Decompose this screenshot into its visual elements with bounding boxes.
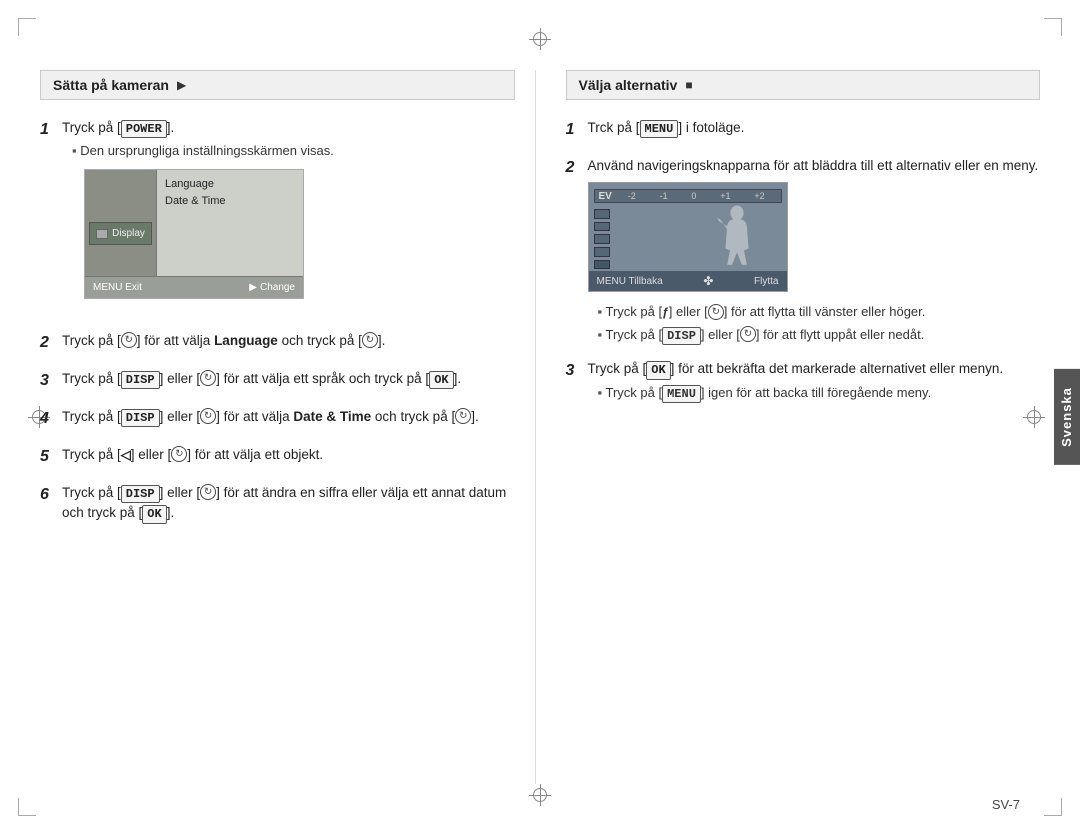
disp-key-6: DISP [121,485,160,503]
left-arrow-5: ◁ [121,447,131,462]
dial-r2b [740,326,756,342]
ev-minus2: -2 [628,190,636,204]
ev-zero: 0 [691,190,696,204]
screen-bottom-right: Flytta [754,274,778,289]
step-sub-1: Den ursprungliga inställningsskärmen vis… [72,141,515,161]
screen-bottom-left: MENU Tillbaka [597,274,663,289]
camera-icons [594,209,612,269]
dial-icon-6 [200,484,216,500]
right-step-3: 3 Tryck på [OK] för att bekräfta det mar… [566,359,1041,403]
right-step-sub-2a: Tryck på [ƒ] eller [] för att flytta til… [598,302,1041,322]
page-number: SV-7 [992,797,1020,812]
right-column: Välja alternativ 1 Trck på [MENU] i foto… [536,70,1041,784]
lcd-display-label: Display [112,226,145,241]
cam-icon-4 [594,247,610,257]
dial-r2a [708,304,724,320]
step-6: 6 Tryck på [DISP] eller [] för att ändra… [40,483,515,524]
lcd-display-button: Display [89,222,152,245]
step-num-3: 3 [40,369,62,393]
lcd-menu-datetime: Date & Time [165,193,295,211]
ev-scale: -2 -1 0 +1 +2 [616,190,777,204]
right-step-2: 2 Använd navigeringsknapparna för att bl… [566,156,1041,345]
step-content-2: Tryck på [] för att välja Language och t… [62,331,515,355]
lcd-right-panel: Language Date & Time [157,170,303,276]
disp-key-3: DISP [121,371,160,389]
left-section-title: Sätta på kameran [53,77,169,93]
dial-icon-4 [200,408,216,424]
crosshair-bottom [529,784,551,806]
right-section-title: Välja alternativ [579,77,678,93]
dial-icon-2a [121,332,137,348]
ev-plus1: +1 [720,190,730,204]
right-step-content-1: Trck på [MENU] i fotoläge. [588,118,1041,142]
main-layout: Sätta på kameran 1 Tryck på [POWER]. Den… [40,70,1040,784]
step-content-3: Tryck på [DISP] eller [] för att välja e… [62,369,515,393]
right-section-header: Välja alternativ [566,70,1041,100]
step-content-6: Tryck på [DISP] eller [] för att ändra e… [62,483,515,524]
step-2: 2 Tryck på [] för att välja Language och… [40,331,515,355]
screen-nav-icon: ✤ [703,272,713,290]
step-1: 1 Tryck på [POWER]. Den ursprungliga ins… [40,118,515,317]
step-content-5: Tryck på [◁] eller [] för att välja ett … [62,445,515,469]
corner-tr [1044,18,1062,36]
step-num-2: 2 [40,331,62,355]
cam-icon-2 [594,222,610,232]
step-num-4: 4 [40,407,62,431]
step-content-4: Tryck på [DISP] eller [] för att välja D… [62,407,515,431]
disp-key-r2: DISP [662,327,701,345]
cam-icon-5 [594,260,610,270]
step-content-1: Tryck på [POWER]. Den ursprungliga instä… [62,118,515,317]
dial-icon-3 [200,370,216,386]
crosshair-top [529,28,551,50]
ev-bar: EV -2 -1 0 +1 +2 [594,189,782,203]
lcd-bottom-bar: MENU Exit ▶ Change [85,276,303,298]
ev-plus2: +2 [754,190,764,204]
right-step-num-3: 3 [566,359,588,403]
language-tab: Svenska [1054,369,1080,465]
lcd-bottom-left: MENU Exit [93,280,142,295]
dial-icon-5 [171,446,187,462]
lcd-menu-language: Language [165,176,295,194]
left-section-header: Sätta på kameran [40,70,515,100]
cam-icon-3 [594,234,610,244]
corner-tl [18,18,36,36]
step-num-6: 6 [40,483,62,524]
camera-screen: EV -2 -1 0 +1 +2 [588,182,788,292]
step-num-5: 5 [40,445,62,469]
step-num-1: 1 [40,118,62,317]
right-step-1: 1 Trck på [MENU] i fotoläge. [566,118,1041,142]
corner-br [1044,798,1062,816]
cam-icon-1 [594,209,610,219]
left-column: Sätta på kameran 1 Tryck på [POWER]. Den… [40,70,536,784]
screen-bottom-bar: MENU Tillbaka ✤ Flytta [589,271,787,291]
menu-key-1: MENU [640,120,679,138]
power-key: POWER [121,120,167,138]
step-4: 4 Tryck på [DISP] eller [] för att välja… [40,407,515,431]
lcd-arrow-icon: ▶ [249,280,257,295]
ev-minus1: -1 [660,190,668,204]
lcd-display-icon [96,229,108,239]
menu-key-r3: MENU [662,385,701,403]
dial-icon-2b [362,332,378,348]
dial-icon-4b [455,408,471,424]
right-step-content-2: Använd navigeringsknapparna för att bläd… [588,156,1041,345]
ok-key-r3: OK [646,361,670,379]
right-step-num-1: 1 [566,118,588,142]
ev-label: EV [599,189,612,204]
fn-key: ƒ [662,305,669,319]
disp-key-4: DISP [121,409,160,427]
step-5: 5 Tryck på [◁] eller [] för att välja et… [40,445,515,469]
lcd-bottom-change: Change [260,280,295,295]
right-step-sub-3: Tryck på [MENU] igen för att backa till … [598,383,1041,403]
corner-bl [18,798,36,816]
step-3: 3 Tryck på [DISP] eller [] för att välja… [40,369,515,393]
right-step-num-2: 2 [566,156,588,345]
person-silhouette [707,203,767,269]
lcd-screen: Display Language Date & Time MENU Exit ▶… [84,169,304,299]
ok-key-3: OK [429,371,453,389]
ok-key-6: OK [142,505,166,523]
right-step-sub-2b: Tryck på [DISP] eller [] för att flytt u… [598,325,1041,345]
lcd-bottom-right: ▶ Change [249,280,295,295]
right-step-content-3: Tryck på [OK] för att bekräfta det marke… [588,359,1041,403]
